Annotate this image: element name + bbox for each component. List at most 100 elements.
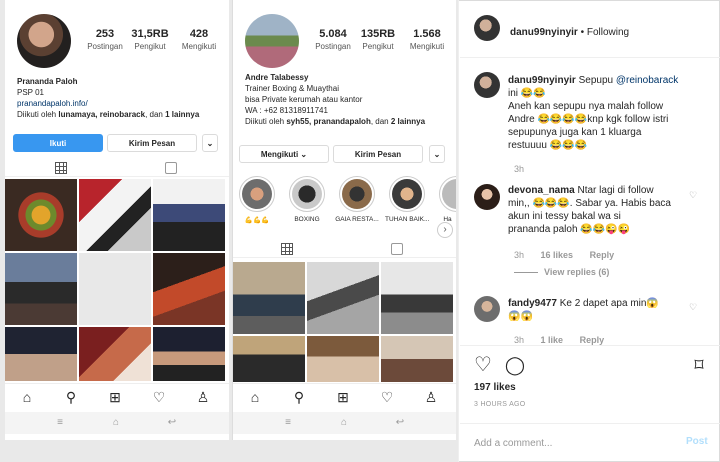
comment: fandy9477 Ke 2 dapet apa min😱 😱😱 [508,298,659,322]
highlight-label: 💪💪💪 [244,217,270,224]
grid-photo[interactable] [5,179,77,251]
grid-photo[interactable] [381,262,453,334]
grid-photo[interactable] [153,179,225,251]
like-heart-icon[interactable]: ♡ [472,354,494,376]
profile-tabs [233,240,456,258]
stat-value: 1.568 [413,28,441,40]
profile-icon[interactable]: ♙ [195,389,211,405]
heart-icon[interactable]: ♡ [689,190,697,201]
comment: devona_nama Ntar lagi di follow min,, 😂😂… [508,185,671,235]
story-highlight[interactable] [439,176,456,212]
heart-icon[interactable]: ♡ [379,389,395,405]
grid-icon[interactable] [281,243,293,255]
story-highlight[interactable] [289,176,325,212]
grid-photo[interactable] [153,327,225,381]
post-header: danu99nyinyir • Following [460,0,720,58]
home-icon[interactable]: ⌂ [247,389,263,405]
story-highlight[interactable] [339,176,375,212]
avatar[interactable] [474,184,500,210]
avatar[interactable] [474,15,500,41]
chevron-right-icon[interactable]: › [437,222,453,238]
post-comment-button[interactable]: Post [686,436,708,447]
comment-meta: 3h 16 likes Reply [514,250,615,260]
grid-photo[interactable] [79,253,151,325]
add-post-icon[interactable]: ⊞ [335,389,351,405]
home-icon[interactable]: ⌂ [19,389,35,405]
author-username[interactable]: danu99nyinyir [510,27,578,38]
highlight-label: GAIA RESTA... [335,216,379,223]
avatar [17,14,71,68]
grid-photo[interactable] [5,327,77,381]
system-nav-bar: ≡ ⌂ ↩ [233,412,456,434]
bookmark-icon[interactable]: ⌑ [688,354,710,376]
avatar[interactable] [474,296,500,322]
view-replies[interactable]: View replies (6) [514,267,609,277]
story-highlight[interactable] [389,176,425,212]
likes-count[interactable]: 197 likes [474,382,516,393]
post-sidebar: danu99nyinyir • Following danu99nyinyir … [460,0,720,462]
home-button-icon[interactable]: ⌂ [109,416,123,430]
grid-photo[interactable] [381,336,453,382]
heart-icon[interactable]: ♡ [151,389,167,405]
profile-link[interactable]: pranandapaloh.info/ [17,98,222,109]
caption-username[interactable]: danu99nyinyir [508,75,576,86]
followed-by-text: Diikuti oleh syh55, pranandapaloh, dan 2… [245,117,426,126]
comment-meta: 3h 1 like Reply [514,335,605,345]
comment-input[interactable] [474,433,664,453]
follow-state[interactable]: Following [587,27,629,38]
chevron-down-icon[interactable]: ⌄ [202,134,218,152]
tagged-icon[interactable] [391,243,403,255]
stat-value: 31,5RB [131,28,169,40]
stat-followers: 135RB Pengikut [350,28,406,51]
profile-bio: Andre Talabessy Trainer Boxing & Muaytha… [245,72,450,127]
message-button[interactable]: Kirim Pesan [333,145,423,163]
heart-icon[interactable]: ♡ [689,302,697,313]
back-icon[interactable]: ↩ [165,416,179,430]
grid-photo[interactable] [307,336,379,382]
bio-line: Trainer Boxing & Muaythai [245,84,339,93]
caption-time: 3h [514,164,525,174]
followed-by-text: Diikuti oleh lunamaya, reinobarack, dan … [17,110,200,119]
grid-photo[interactable] [5,253,77,325]
reply-button[interactable]: Reply [590,250,615,260]
grid-photo[interactable] [153,253,225,325]
highlight-label: BOXING [294,216,320,223]
comment-bubble-icon[interactable]: ◯ [504,354,526,376]
stat-value: 135RB [360,28,396,40]
comment-likes[interactable]: 16 likes [541,250,574,260]
add-comment-bar: Post [460,423,720,462]
stat-following: 428 Mengikuti [171,28,227,51]
search-icon[interactable]: ⚲ [291,389,307,405]
avatar[interactable] [474,72,500,98]
message-button[interactable]: Kirim Pesan [107,134,197,152]
mention-link[interactable]: @reinobarack [616,75,678,86]
comment-username[interactable]: fandy9477 [508,298,557,309]
caption: danu99nyinyir Sepupu @reinobarack ini 😂😂… [508,75,679,151]
back-icon[interactable]: ↩ [393,416,407,430]
reply-button[interactable]: Reply [580,335,605,345]
grid-photo[interactable] [79,179,151,251]
search-icon[interactable]: ⚲ [63,389,79,405]
profile-icon[interactable]: ♙ [423,389,439,405]
chevron-down-icon[interactable]: ⌄ [429,145,445,163]
follow-button[interactable]: Ikuti [13,134,103,152]
profile-name: Prananda Paloh [17,77,78,86]
grid-photo[interactable] [307,262,379,334]
comment-username[interactable]: devona_nama [508,185,575,196]
grid-photo[interactable] [233,262,305,334]
menu-icon[interactable]: ≡ [281,416,295,430]
grid-icon[interactable] [55,162,67,174]
home-button-icon[interactable]: ⌂ [337,416,351,430]
add-post-icon[interactable]: ⊞ [107,389,123,405]
menu-icon[interactable]: ≡ [53,416,67,430]
highlight-label: TUHAN BAIK... [385,216,429,223]
grid-photo[interactable] [233,336,305,382]
following-button[interactable]: Mengikuti ⌄ [239,145,329,163]
comment-likes[interactable]: 1 like [541,335,564,345]
tagged-icon[interactable] [165,162,177,174]
bio-line: PSP 01 [17,88,44,97]
grid-photo[interactable] [79,327,151,381]
post-image[interactable]: 253 Postingan 31,5RB Pengikut 428 Mengik… [0,0,459,462]
story-highlight[interactable] [239,176,275,212]
left-profile-screenshot: 253 Postingan 31,5RB Pengikut 428 Mengik… [5,0,229,440]
